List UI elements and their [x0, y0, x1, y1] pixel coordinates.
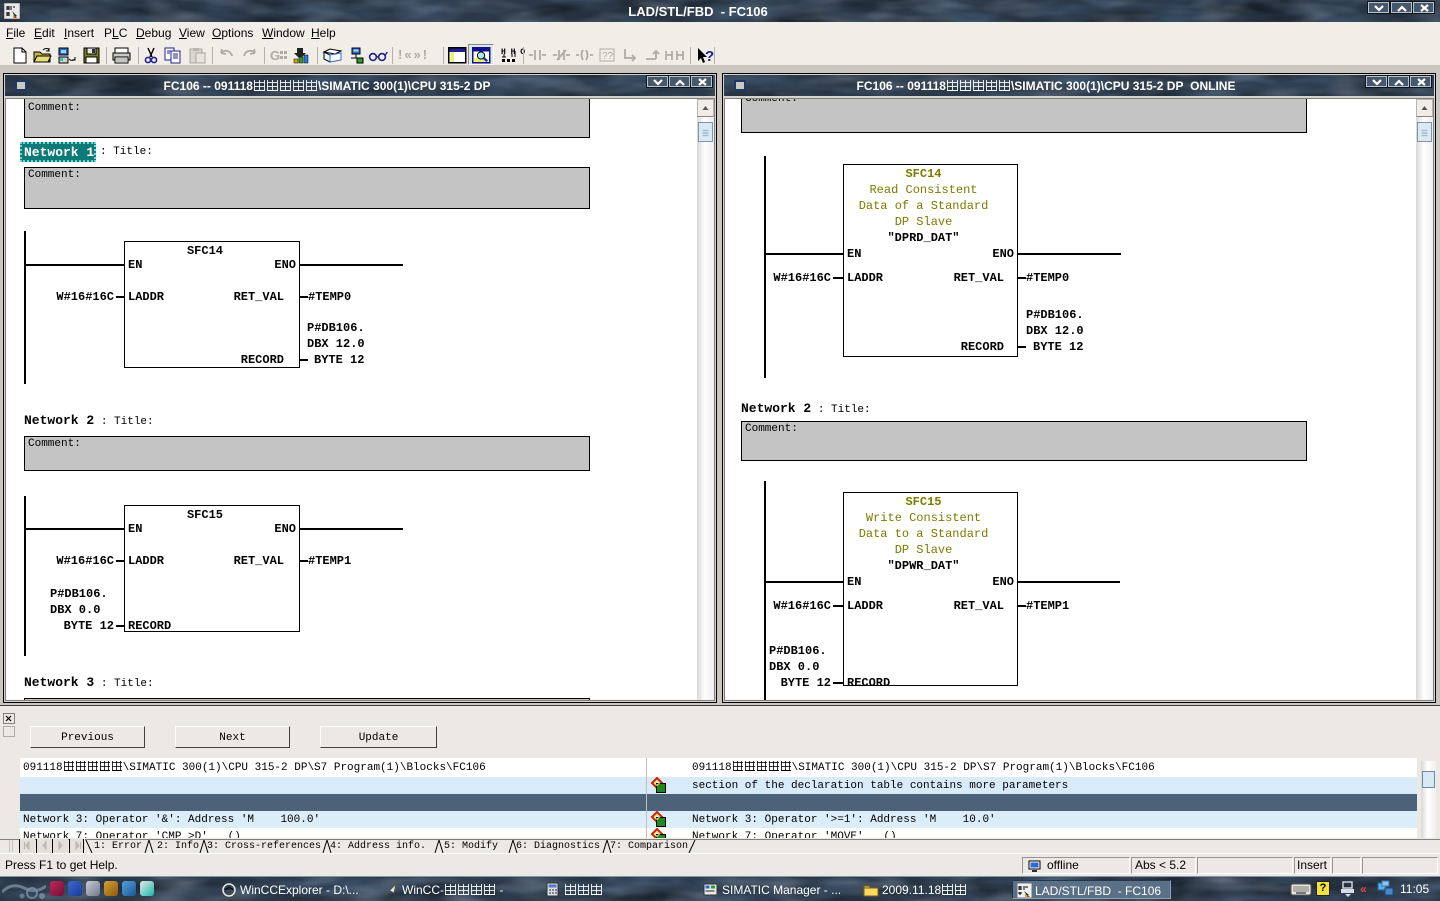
svg-text:?: ?	[705, 48, 714, 65]
svg-text:??: ??	[602, 51, 614, 62]
svg-text:H H O: H H O	[501, 48, 525, 57]
svg-text:G: G	[270, 48, 280, 63]
